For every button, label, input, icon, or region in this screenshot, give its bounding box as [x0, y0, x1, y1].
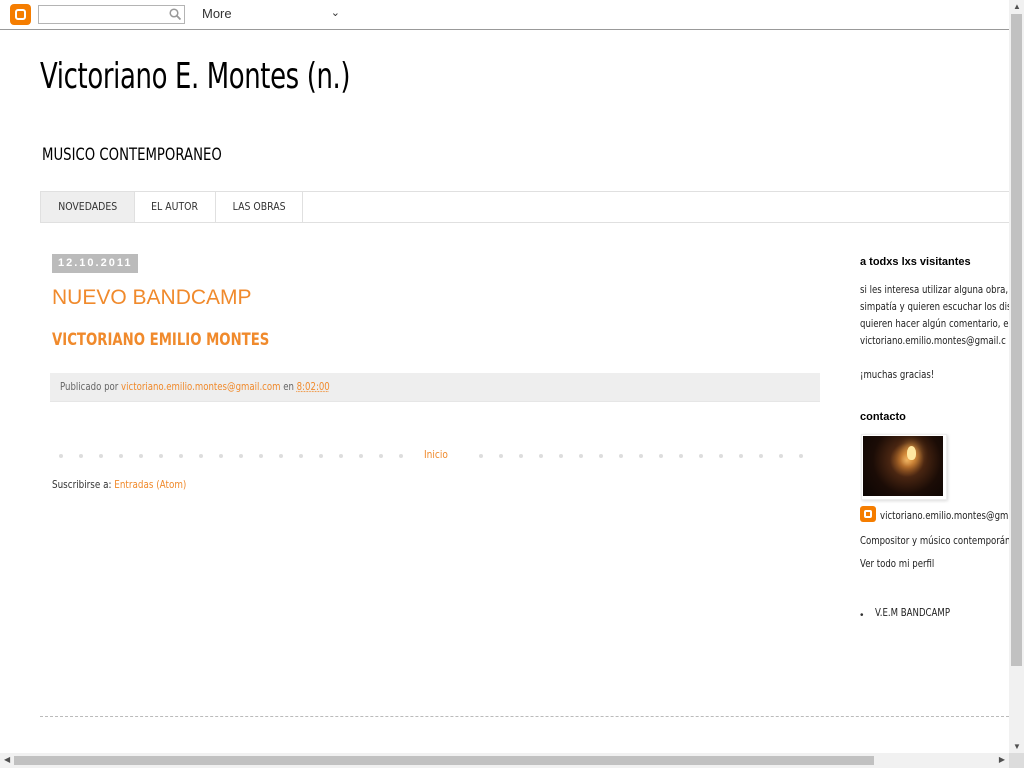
pager-dot	[699, 454, 703, 458]
pager-dot	[219, 454, 223, 458]
pager-dot	[139, 454, 143, 458]
contact-widget-title: contacto	[860, 411, 906, 423]
post-title[interactable]: NUEVO BANDCAMP	[52, 286, 252, 310]
pager-dot	[599, 454, 603, 458]
pager-dot	[119, 454, 123, 458]
blogger-logo-icon[interactable]	[10, 4, 31, 25]
en-label: en	[283, 380, 294, 393]
blogger-profile-icon	[860, 506, 876, 522]
visitors-widget-title: a todxs lxs visitantes	[860, 256, 971, 268]
pager-dot	[399, 454, 403, 458]
pager-dot	[59, 454, 63, 458]
more-label: More	[202, 6, 232, 21]
blog-title[interactable]: Victoriano E. Montes (n.)	[40, 56, 351, 97]
profile-description: Compositor y músico contemporánec	[860, 534, 1009, 547]
subscribe-line: Suscribirse a: Entradas (Atom)	[52, 478, 186, 491]
scroll-up-icon[interactable]: ▲	[1013, 2, 1021, 11]
pager-dot	[559, 454, 563, 458]
pager-dot	[619, 454, 623, 458]
vertical-scroll-thumb[interactable]	[1011, 14, 1022, 666]
search-icon[interactable]	[169, 8, 181, 20]
published-by-label: Publicado por	[60, 380, 119, 393]
pager-dot	[499, 454, 503, 458]
pager-dot	[539, 454, 543, 458]
view-profile-link[interactable]: Ver todo mi perfil	[860, 555, 934, 572]
post-date: 12.10.2011	[52, 254, 139, 273]
pager-dot	[379, 454, 383, 458]
pager-dot	[99, 454, 103, 458]
pager-dot	[739, 454, 743, 458]
pager-dot	[279, 454, 283, 458]
pager-dot	[299, 454, 303, 458]
tab-novedades[interactable]: NOVEDADES	[40, 192, 136, 222]
tab-las-obras[interactable]: LAS OBRAS	[216, 192, 303, 222]
visitors-thanks: ¡muchas gracias!	[860, 368, 935, 381]
pager-dot	[159, 454, 163, 458]
list-bullet: •	[860, 610, 864, 621]
atom-feed-link[interactable]: Entradas (Atom)	[114, 478, 186, 491]
pager-dot	[779, 454, 783, 458]
pager-dot	[479, 454, 483, 458]
scroll-down-icon[interactable]: ▼	[1013, 742, 1021, 751]
blogger-navbar: More ⌄	[0, 0, 1009, 30]
blog-description: MUSICO CONTEMPORANEO	[42, 145, 222, 165]
pager-dot	[339, 454, 343, 458]
profile-name-link[interactable]: victoriano.emilio.montes@gm	[880, 507, 1008, 524]
more-dropdown[interactable]: More ⌄	[202, 6, 342, 23]
profile-photo[interactable]	[861, 434, 947, 500]
pager-dot	[799, 454, 803, 458]
home-link[interactable]: Inicio	[424, 448, 448, 461]
link-list-item[interactable]: V.E.M BANDCAMP	[875, 604, 950, 621]
subscribe-label: Suscribirse a:	[52, 478, 112, 491]
pager-dot	[579, 454, 583, 458]
visitors-line: quieren hacer algún comentario, esc	[860, 317, 1009, 330]
pager-dot	[239, 454, 243, 458]
pager-dot	[179, 454, 183, 458]
visitors-line: simpatía y quieren escuchar los disc	[860, 300, 1009, 313]
visitors-line: victoriano.emilio.montes@gmail.c	[860, 334, 1006, 347]
pager-dot	[759, 454, 763, 458]
blog-pager: Inicio	[52, 448, 810, 462]
pager-dot	[79, 454, 83, 458]
pager-dot	[259, 454, 263, 458]
scrollbar-corner	[1009, 753, 1024, 768]
post-footer: Publicado por victoriano.emilio.montes@g…	[50, 373, 820, 402]
scroll-left-icon[interactable]: ◀	[4, 755, 10, 764]
search-input[interactable]	[39, 6, 172, 24]
footer-divider	[40, 716, 1009, 717]
vertical-scrollbar[interactable]: ▲ ▼	[1009, 0, 1024, 753]
visitors-line: si les interesa utilizar alguna obra, s	[860, 283, 1009, 296]
chevron-down-icon: ⌄	[330, 7, 340, 19]
scroll-right-icon[interactable]: ▶	[999, 755, 1005, 764]
pager-dot	[359, 454, 363, 458]
page-tabs: NOVEDADES EL AUTOR LAS OBRAS	[40, 191, 1009, 223]
horizontal-scrollbar[interactable]: ◀ ▶	[0, 753, 1009, 768]
pager-dot	[639, 454, 643, 458]
post-body: VICTORIANO EMILIO MONTES	[52, 330, 270, 350]
pager-dot	[519, 454, 523, 458]
sidebar: a todxs lxs visitantes si les interesa u…	[860, 256, 1009, 636]
pager-dot	[199, 454, 203, 458]
post-author-link[interactable]: victoriano.emilio.montes@gmail.com	[121, 380, 280, 393]
search-box[interactable]	[38, 5, 185, 24]
post-time-link[interactable]: 8:02:00	[297, 380, 330, 393]
horizontal-scroll-thumb[interactable]	[14, 756, 874, 765]
tab-el-autor[interactable]: EL AUTOR	[135, 192, 216, 222]
pager-dot	[319, 454, 323, 458]
pager-dot	[719, 454, 723, 458]
pager-dot	[679, 454, 683, 458]
pager-dot	[659, 454, 663, 458]
